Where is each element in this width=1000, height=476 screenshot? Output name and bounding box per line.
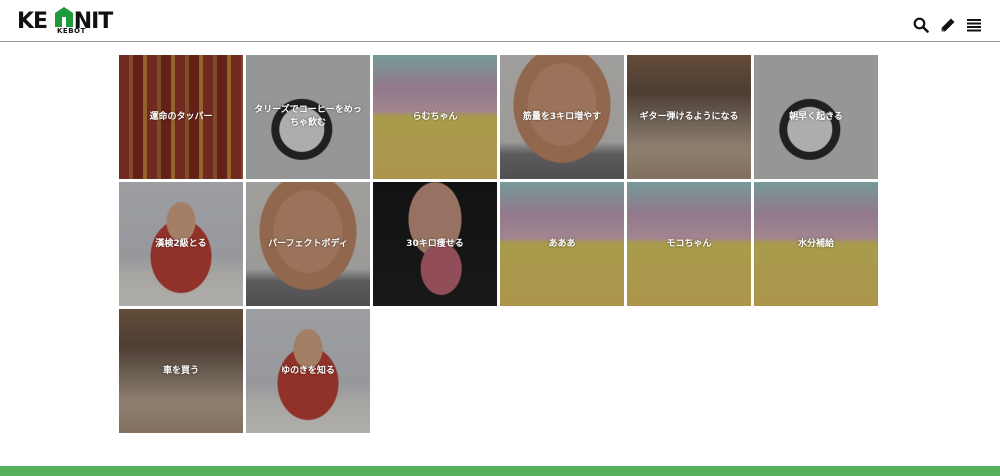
- tile-label: ゆのきを知る: [281, 365, 335, 376]
- goal-tile[interactable]: ギター弾けるようになる: [627, 55, 751, 179]
- goal-tile[interactable]: 車を買う: [119, 309, 243, 433]
- goal-tile[interactable]: らむちゃん: [373, 55, 497, 179]
- site-footer-bar: [0, 466, 1000, 476]
- tile-label: らむちゃん: [412, 111, 458, 122]
- goal-tile[interactable]: 30キロ痩せる: [373, 182, 497, 306]
- pencil-icon[interactable]: [940, 17, 958, 35]
- goal-tile[interactable]: 水分補給: [754, 182, 878, 306]
- tile-label: パーフェクトボディ: [268, 238, 348, 249]
- goal-tile[interactable]: モコちゃん: [627, 182, 751, 306]
- goal-tile[interactable]: 筋量を3キロ増やす: [500, 55, 624, 179]
- tile-label: モコちゃん: [666, 238, 712, 249]
- goal-tile[interactable]: ゆのきを知る: [246, 309, 370, 433]
- goal-tile[interactable]: タリーズでコーヒーをめっちゃ飲む: [246, 55, 370, 179]
- site-logo[interactable]: KE NIT KEBOT: [17, 7, 113, 37]
- goal-tile[interactable]: 朝早く起きる: [754, 55, 878, 179]
- tile-label: 車を買う: [162, 365, 199, 376]
- tile-label: 運命のタッパー: [149, 111, 213, 122]
- logo-house-icon: [55, 7, 73, 27]
- tile-label: 朝早く起きる: [789, 111, 843, 122]
- goal-tile[interactable]: パーフェクトボディ: [246, 182, 370, 306]
- tile-label: タリーズでコーヒーをめっちゃ飲む: [254, 105, 362, 128]
- tile-label: 筋量を3キロ増やす: [522, 111, 602, 122]
- goal-tile[interactable]: あああ: [500, 182, 624, 306]
- goal-tile[interactable]: 漢検2級とる: [119, 182, 243, 306]
- tile-label: ギター弾けるようになる: [639, 111, 739, 122]
- tile-label: あああ: [548, 238, 576, 249]
- site-header: KE NIT KEBOT: [0, 0, 1000, 42]
- tile-label: 漢検2級とる: [155, 238, 207, 249]
- search-icon[interactable]: [913, 17, 931, 35]
- logo-text: KEBOT: [57, 27, 86, 35]
- menu-icon[interactable]: [966, 17, 984, 35]
- tile-label: 30キロ痩せる: [406, 238, 464, 249]
- goal-tile[interactable]: 運命のタッパー: [119, 55, 243, 179]
- tile-label: 水分補給: [797, 238, 834, 249]
